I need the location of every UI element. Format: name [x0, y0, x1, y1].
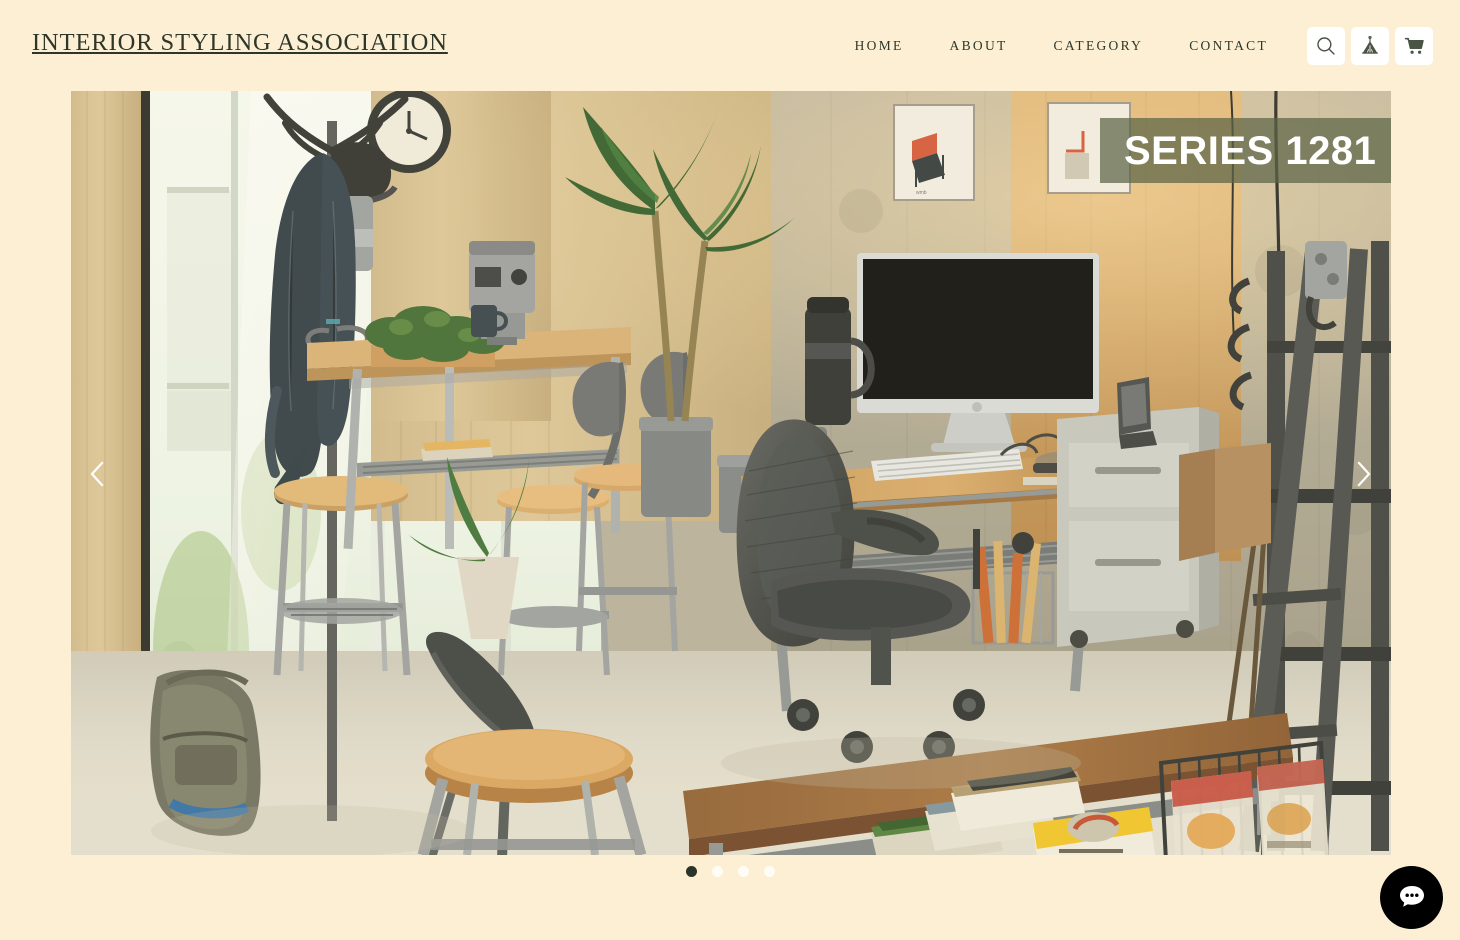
search-button[interactable]: [1307, 27, 1345, 65]
carousel-next-button[interactable]: [1343, 455, 1383, 495]
nav-item-home[interactable]: HOME: [832, 32, 927, 60]
chevron-left-icon: [86, 459, 110, 492]
carousel-pagination: [0, 866, 1460, 877]
cart-icon: [1404, 36, 1425, 56]
cart-button[interactable]: [1395, 27, 1433, 65]
chevron-right-icon: [1351, 459, 1375, 492]
carousel-dot-4[interactable]: [763, 866, 775, 877]
carousel-dot-2[interactable]: [711, 866, 723, 877]
carousel-dot-3[interactable]: [737, 866, 749, 877]
site-header: INTERIOR STYLING ASSOCIATION HOME ABOUT …: [0, 0, 1460, 91]
nav-item-about[interactable]: ABOUT: [927, 32, 1031, 60]
tent-button[interactable]: [1351, 27, 1389, 65]
site-logo[interactable]: INTERIOR STYLING ASSOCIATION: [32, 30, 448, 56]
header-right-group: HOME ABOUT CATEGORY CONTACT: [832, 27, 1433, 65]
carousel-prev-button[interactable]: [78, 455, 118, 495]
tent-icon: [1360, 36, 1380, 56]
header-icon-group: [1307, 27, 1433, 65]
carousel-dot-1[interactable]: [685, 866, 697, 877]
nav-item-category[interactable]: CATEGORY: [1031, 32, 1167, 60]
hero-carousel-slide[interactable]: wmb SERIES 1281: [71, 91, 1391, 855]
main-navigation: HOME ABOUT CATEGORY CONTACT: [832, 32, 1291, 60]
chat-widget-button[interactable]: [1380, 866, 1443, 929]
hero-image: wmb: [71, 91, 1391, 855]
search-icon: [1316, 36, 1336, 56]
chat-bubble-icon: [1397, 881, 1427, 914]
nav-item-contact[interactable]: CONTACT: [1166, 32, 1291, 60]
